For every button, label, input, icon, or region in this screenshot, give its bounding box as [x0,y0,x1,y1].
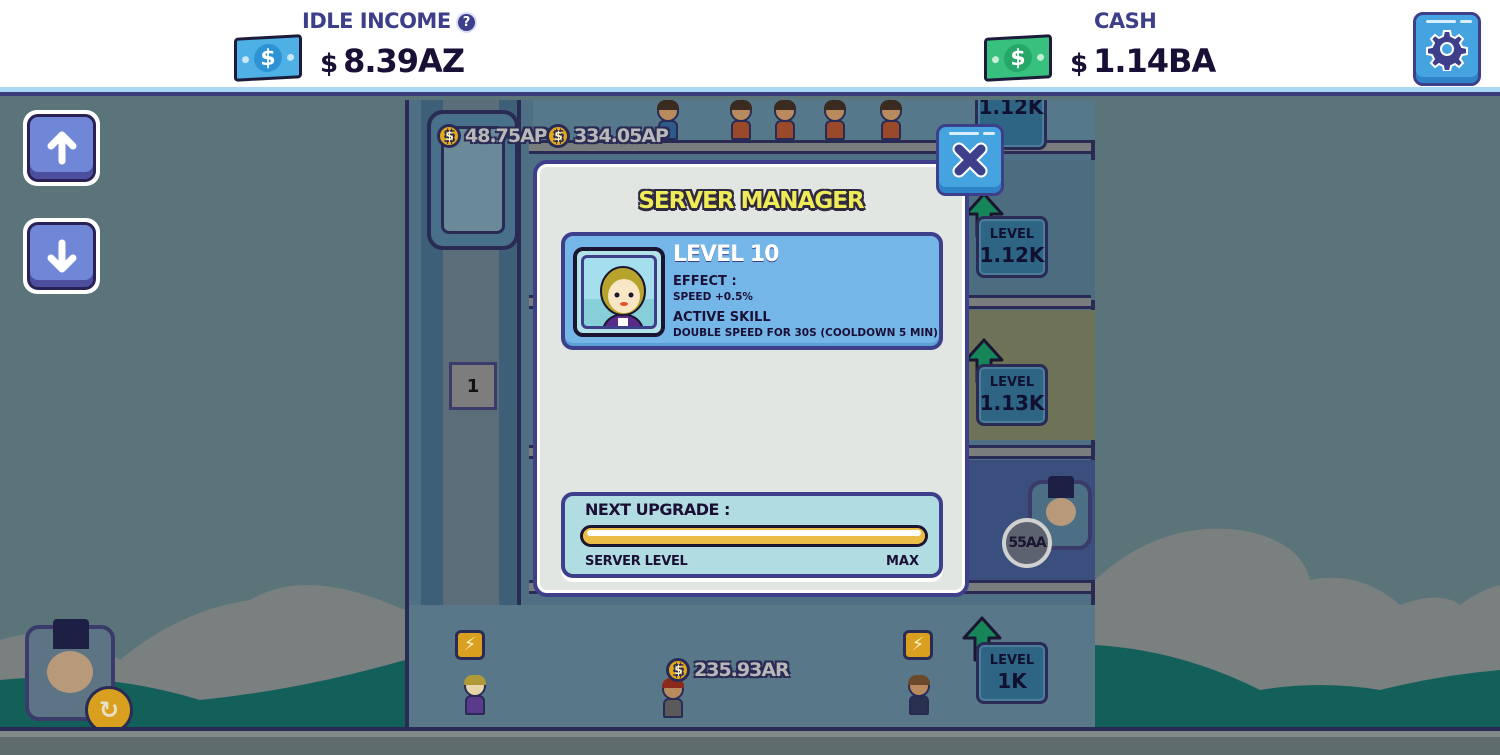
coin-icon: $ [546,124,570,148]
active-skill-label: ACTIVE SKILL [673,310,771,325]
effect-value: SPEED +0.5% [673,291,753,303]
ground [0,727,1500,755]
manager-avatar [573,247,665,337]
manager-level: LEVEL 10 [673,242,779,267]
server-level-caption: SERVER LEVEL [585,554,688,569]
next-upgrade-panel: NEXT UPGRADE : SERVER LEVEL MAX [561,492,943,578]
manager-card: LEVEL 10 EFFECT : SPEED +0.5% ACTIVE SKI… [561,232,943,350]
settings-button[interactable] [1413,12,1481,86]
scroll-up-button[interactable] [23,110,100,186]
top-hud: $ IDLE INCOME ? $8.39AZ $ CASH $1.14BA [0,0,1500,96]
coin-icon: $ [437,124,461,148]
lightning-icon[interactable]: ⚡ [455,630,485,660]
coin-readout: $235.93AR [666,658,790,682]
floor-level-badge[interactable]: LEVEL 1.12K [976,216,1048,278]
close-dialog-button[interactable] [936,124,1004,196]
question-mark-icon[interactable]: ? [456,12,477,33]
idle-income-label: IDLE INCOME [302,9,451,33]
idle-income-value: $8.39AZ [320,42,465,80]
arrow-up-icon [47,131,76,165]
banknote-blue-icon: $ [234,34,302,82]
active-skill-value: DOUBLE SPEED FOR 30S (COOLDOWN 5 MIN) [673,327,938,339]
server-manager-dialog: SERVER MANAGER LEVEL 10 EFFECT : SPEED +… [533,160,969,597]
coin-readout: $334.05AP [546,124,669,148]
banknote-green-icon: $ [984,34,1052,82]
upgrade-progress-bar [580,525,928,547]
lightning-icon[interactable]: ⚡ [903,630,933,660]
next-upgrade-label: NEXT UPGRADE : [585,500,730,519]
coin-icon: $ [666,658,690,682]
dialog-title: SERVER MANAGER [638,188,864,214]
max-caption: MAX [885,554,919,569]
upgrade-progress-fill [583,528,925,544]
elevator-floor-number: 1 [449,362,497,410]
arrow-down-icon [47,239,76,273]
floor-level-badge[interactable]: LEVEL 1K [976,642,1048,704]
floor-level-badge[interactable]: LEVEL 1.13K [976,364,1048,426]
cash-value: $1.14BA [1070,42,1216,80]
scroll-down-button[interactable] [23,218,100,294]
cash-label: CASH [1094,9,1157,33]
gear-icon [1426,30,1468,71]
coin-readout: $48.75AP [437,124,548,148]
effect-label: EFFECT : [673,274,737,289]
boss-badge: 55AA [1002,518,1052,568]
close-x-icon [952,142,988,178]
